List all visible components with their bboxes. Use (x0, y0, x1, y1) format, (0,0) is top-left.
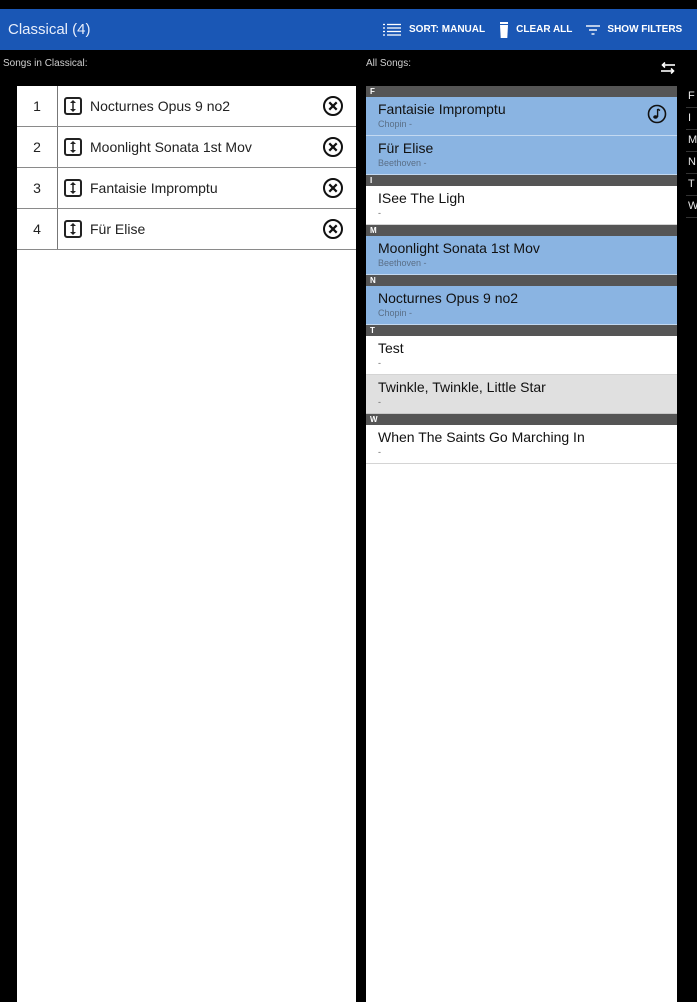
section-header: F (366, 86, 677, 97)
section-header: W (366, 414, 677, 425)
index-letter[interactable]: M (686, 130, 697, 152)
show-filters-label: SHOW FILTERS (607, 24, 683, 35)
status-bar (0, 0, 697, 9)
action-bar: Classical (4) SORT: MANUAL CLEAR ALL SHO… (0, 9, 697, 50)
action-bar-actions: SORT: MANUAL CLEAR ALL SHOW FILTERS (382, 9, 696, 50)
trash-icon (500, 21, 509, 38)
all-songs-section-label: All Songs: (366, 58, 412, 69)
remove-circle-icon[interactable] (322, 136, 344, 158)
song-title: When The Saints Go Marching In (378, 429, 585, 445)
alphabet-index: FIMNTW (686, 86, 697, 218)
playlist-section-label: Songs in Classical: (3, 58, 88, 69)
song-artist: - (378, 397, 381, 407)
song-artist: Chopin - (378, 308, 413, 318)
drag-handle-icon[interactable] (64, 138, 82, 156)
clear-all-label: CLEAR ALL (516, 24, 573, 35)
remove-circle-icon[interactable] (322, 177, 344, 199)
playlist-row[interactable]: 2 Moonlight Sonata 1st Mov (17, 127, 356, 168)
playlist-panel: 1 Nocturnes Opus 9 no2 2 Moonlight Sonata 1… (17, 86, 356, 1002)
song-item[interactable]: When The Saints Go Marching In - (366, 425, 677, 464)
index-letter[interactable]: I (686, 108, 697, 130)
index-letter[interactable]: N (686, 152, 697, 174)
music-note-icon (647, 104, 667, 124)
song-item[interactable]: Moonlight Sonata 1st Mov Beethoven - (366, 236, 677, 275)
playlist-row[interactable]: 4 Für Elise (17, 209, 356, 250)
section-header: N (366, 275, 677, 286)
song-artist: Beethoven - (378, 158, 427, 168)
track-title: Für Elise (90, 221, 146, 237)
song-artist: Chopin - (378, 119, 413, 129)
song-item[interactable]: Für Elise Beethoven - (366, 136, 677, 175)
drag-handle-icon[interactable] (64, 179, 82, 197)
playlist-row[interactable]: 3 Fantaisie Impromptu (17, 168, 356, 209)
track-number: 3 (17, 168, 58, 208)
swap-list-icon[interactable] (660, 62, 676, 74)
song-artist: - (378, 358, 381, 368)
index-letter[interactable]: W (686, 196, 697, 218)
playlist-row[interactable]: 1 Nocturnes Opus 9 no2 (17, 86, 356, 127)
song-item[interactable]: Fantaisie Impromptu Chopin - (366, 97, 677, 136)
index-letter[interactable]: F (686, 86, 697, 108)
track-number: 4 (17, 209, 58, 249)
track-title: Moonlight Sonata 1st Mov (90, 139, 252, 155)
remove-circle-icon[interactable] (322, 218, 344, 240)
playlist-title: Classical (4) (8, 21, 91, 38)
song-title: Twinkle, Twinkle, Little Star (378, 379, 546, 395)
song-item[interactable]: Test - (366, 336, 677, 375)
section-header: T (366, 325, 677, 336)
track-number: 2 (17, 127, 58, 167)
clear-all-button[interactable]: CLEAR ALL (499, 21, 573, 38)
song-artist: Beethoven - (378, 258, 427, 268)
song-item[interactable]: Twinkle, Twinkle, Little Star - (366, 375, 677, 414)
sort-label: SORT: MANUAL (409, 24, 486, 35)
track-title: Fantaisie Impromptu (90, 180, 218, 196)
filter-icon (586, 24, 601, 35)
song-title: ISee The Ligh (378, 190, 465, 206)
sort-lines-icon (383, 23, 401, 36)
section-header: M (366, 225, 677, 236)
song-item[interactable]: Nocturnes Opus 9 no2 Chopin - (366, 286, 677, 325)
track-title: Nocturnes Opus 9 no2 (90, 98, 231, 114)
sort-button[interactable]: SORT: MANUAL (382, 23, 485, 37)
song-title: Fantaisie Impromptu (378, 101, 506, 117)
song-item[interactable]: ISee The Ligh - (366, 186, 677, 225)
drag-handle-icon[interactable] (64, 97, 82, 115)
index-letter[interactable]: T (686, 174, 697, 196)
all-songs-panel: F Fantaisie Impromptu Chopin - Für Elise Bee… (366, 86, 677, 1002)
song-title: Test (378, 340, 404, 356)
track-number: 1 (17, 86, 58, 126)
song-title: Moonlight Sonata 1st Mov (378, 240, 540, 256)
song-artist: - (378, 447, 381, 457)
song-artist: - (378, 208, 381, 218)
song-title: Nocturnes Opus 9 no2 (378, 290, 519, 306)
section-header: I (366, 175, 677, 186)
song-title: Für Elise (378, 140, 434, 156)
drag-handle-icon[interactable] (64, 220, 82, 238)
remove-circle-icon[interactable] (322, 95, 344, 117)
show-filters-button[interactable]: SHOW FILTERS (586, 24, 682, 35)
